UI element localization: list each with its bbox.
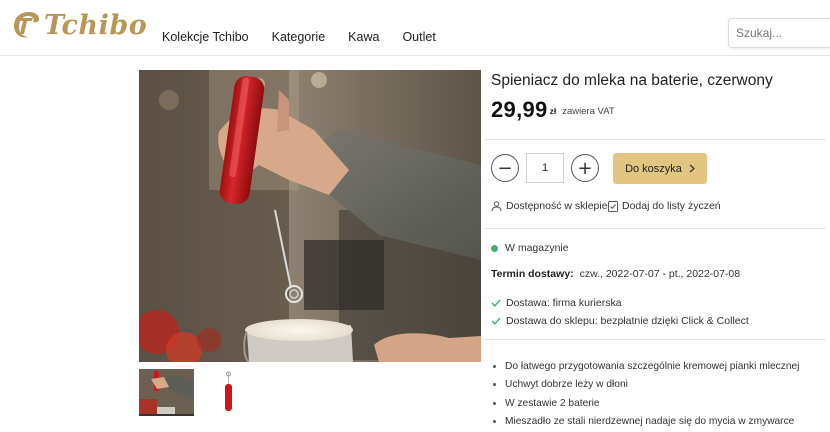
divider — [484, 339, 826, 340]
feature-list: Do łatwego przygotowania szczególnie kre… — [493, 357, 799, 431]
bullet-icon — [493, 364, 496, 368]
add-to-cart-label: Do koszyka — [625, 162, 682, 175]
minus-icon: − — [497, 157, 513, 179]
increase-quantity-button[interactable]: + — [571, 154, 599, 182]
shipping-option: Dostawa do sklepu: bezpłatnie dzięki Cli… — [491, 315, 749, 327]
feature-item: Mieszadło ze stali nierdzewnej nadaje si… — [493, 413, 799, 432]
product-title: Spieniacz do mleka na baterie, czerwony — [491, 72, 773, 89]
decrease-quantity-button[interactable]: − — [491, 154, 519, 182]
nav-item-kawa[interactable]: Kawa — [348, 30, 379, 44]
nav-item-outlet[interactable]: Outlet — [402, 30, 435, 44]
stock-status: W magazynie — [491, 242, 569, 254]
product-price: 29,99 — [491, 97, 548, 122]
thumbnail-2[interactable] — [201, 369, 256, 416]
checkmark-icon — [491, 317, 501, 325]
divider — [484, 228, 826, 229]
delivery-time: Termin dostawy: czw., 2022-07-07 - pt., … — [491, 268, 740, 280]
stock-status-label: W magazynie — [505, 242, 569, 254]
product-main-image[interactable] — [139, 70, 481, 362]
stock-dot-icon — [491, 244, 498, 252]
tchibo-logo-mark-icon — [14, 12, 39, 38]
nav-item-kategorie[interactable]: Kategorie — [272, 30, 326, 44]
price-currency: zł — [549, 106, 557, 116]
thumbnail-strip — [139, 369, 256, 416]
wishlist-checkbox-icon — [608, 200, 618, 212]
product-photo — [139, 70, 481, 362]
checkmark-icon — [491, 299, 501, 307]
feature-text: W zestawie 2 baterie — [505, 397, 600, 409]
wishlist-link[interactable]: Dodaj do listy życzeń — [608, 200, 721, 212]
thumbnail-photo-2 — [201, 369, 256, 416]
feature-text: Uchwyt dobrze leży w dłoni — [505, 379, 628, 391]
delivery-label: Termin dostawy: — [491, 268, 574, 280]
person-icon — [491, 200, 502, 211]
bullet-icon — [493, 420, 496, 424]
logo-wordmark: Tchibo — [44, 9, 148, 41]
shipping-option-label: Dostawa do sklepu: bezpłatnie dzięki Cli… — [506, 315, 749, 327]
feature-item: Do łatwego przygotowania szczególnie kre… — [493, 357, 799, 376]
thumbnail-photo-1 — [139, 369, 194, 414]
tchibo-logo[interactable]: Tchibo — [8, 8, 147, 42]
main-nav: Kolekcje Tchibo Kategorie Kawa Outlet — [162, 30, 436, 44]
wishlist-label: Dodaj do listy życzeń — [622, 200, 721, 212]
thumbnail-1[interactable] — [139, 369, 194, 416]
price-row: 29,99 zł zawiera VAT — [491, 97, 615, 123]
vat-note: zawiera VAT — [562, 106, 615, 117]
feature-text: Do łatwego przygotowania szczególnie kre… — [505, 360, 800, 372]
feature-item: Uchwyt dobrze leży w dłoni — [493, 376, 799, 395]
chevron-right-icon — [689, 164, 695, 173]
search-input[interactable] — [728, 18, 830, 48]
add-to-cart-button[interactable]: Do koszyka — [613, 153, 707, 184]
bullet-icon — [493, 401, 496, 405]
quantity-input[interactable] — [526, 153, 564, 183]
shipping-option-label: Dostawa: firma kurierska — [506, 297, 622, 309]
store-availability-link[interactable]: Dostępność w sklepie — [491, 200, 608, 212]
delivery-value: czw., 2022-07-07 - pt., 2022-07-08 — [579, 268, 741, 280]
shipping-option: Dostawa: firma kurierska — [491, 297, 622, 309]
nav-item-kolekcje[interactable]: Kolekcje Tchibo — [162, 30, 249, 44]
site-header: Tchibo Kolekcje Tchibo Kategorie Kawa Ou… — [0, 0, 830, 56]
plus-icon: + — [577, 157, 593, 179]
feature-text: Mieszadło ze stali nierdzewnej nadaje si… — [505, 416, 795, 428]
divider — [484, 139, 826, 140]
store-availability-label: Dostępność w sklepie — [506, 200, 608, 212]
bullet-icon — [493, 383, 496, 387]
feature-item: W zestawie 2 baterie — [493, 394, 799, 413]
